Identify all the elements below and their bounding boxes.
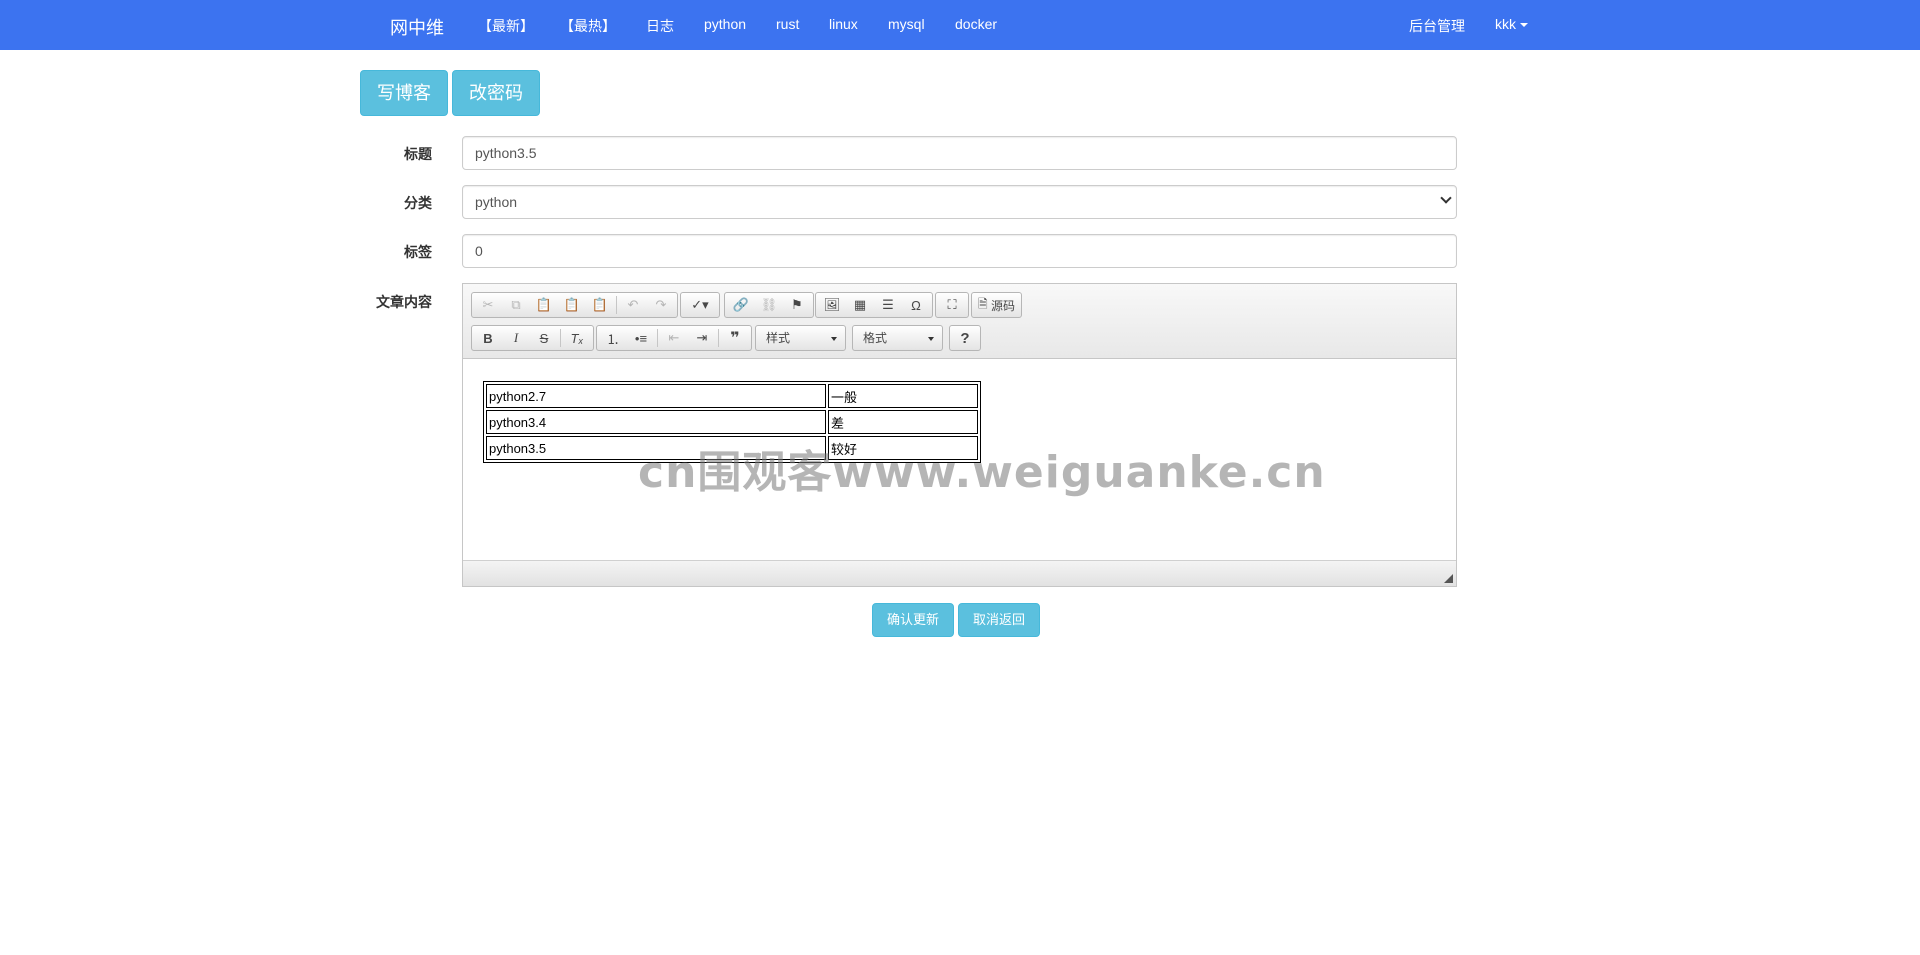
nav-item-rust[interactable]: rust bbox=[776, 16, 799, 32]
category-select[interactable]: python bbox=[462, 185, 1457, 219]
table-row: python2.7 一般 bbox=[486, 384, 978, 408]
clipboard-group: ✂ ⧉ 📋 📋 📋 ↶ ↷ bbox=[471, 292, 678, 318]
content-label: 文章内容 bbox=[376, 294, 432, 310]
table-icon[interactable]: ▦ bbox=[846, 293, 874, 317]
maximize-group: ⛶ bbox=[935, 292, 969, 318]
insert-group: 🖼 ▦ ☰ Ω bbox=[815, 292, 933, 318]
special-char-icon[interactable]: Ω bbox=[902, 293, 930, 317]
help-icon[interactable]: ? bbox=[952, 326, 978, 350]
editor-content[interactable]: python2.7 一般 python3.4 差 python3.5 较好 bbox=[463, 360, 1456, 560]
nav-item-python[interactable]: python bbox=[704, 16, 746, 32]
tags-input[interactable]: 0 bbox=[462, 234, 1457, 268]
nav-item-log[interactable]: 日志 bbox=[646, 16, 674, 36]
table-cell[interactable]: 一般 bbox=[828, 384, 978, 408]
nav-item-docker[interactable]: docker bbox=[955, 16, 997, 32]
help-group: ? bbox=[949, 325, 981, 351]
cut-icon[interactable]: ✂ bbox=[474, 293, 502, 317]
category-label: 分类 bbox=[404, 195, 432, 211]
caret-down-icon bbox=[1520, 23, 1528, 28]
chevron-down-icon bbox=[928, 337, 934, 341]
numbered-list-icon[interactable]: ⒈ bbox=[599, 326, 627, 350]
content-table[interactable]: python2.7 一般 python3.4 差 python3.5 较好 bbox=[483, 381, 981, 463]
redo-icon[interactable]: ↷ bbox=[647, 293, 675, 317]
table-cell[interactable]: 差 bbox=[828, 410, 978, 434]
brand-logo[interactable]: 网中维 bbox=[390, 14, 444, 40]
bold-icon[interactable]: B bbox=[474, 326, 502, 350]
chevron-down-icon bbox=[1440, 192, 1452, 204]
source-icon: 🗎 bbox=[978, 296, 991, 311]
source-label: 源码 bbox=[990, 298, 1015, 313]
spellcheck-icon[interactable]: ✓▾ bbox=[683, 293, 717, 317]
spellcheck-group: ✓▾ bbox=[680, 292, 720, 318]
cancel-return-button[interactable]: 取消返回 bbox=[958, 603, 1040, 637]
separator bbox=[718, 329, 719, 347]
editor-statusbar bbox=[463, 560, 1456, 586]
italic-icon[interactable]: I bbox=[502, 326, 530, 350]
maximize-icon[interactable]: ⛶ bbox=[938, 293, 966, 317]
undo-icon[interactable]: ↶ bbox=[619, 293, 647, 317]
table-row: python3.4 差 bbox=[486, 410, 978, 434]
separator bbox=[616, 296, 617, 314]
anchor-flag-icon[interactable]: ⚑ bbox=[783, 293, 811, 317]
paste-text-icon[interactable]: 📋 bbox=[558, 293, 586, 317]
nav-item-linux[interactable]: linux bbox=[829, 16, 858, 32]
indent-icon[interactable]: ⇥ bbox=[688, 326, 716, 350]
title-input[interactable]: python3.5 bbox=[462, 136, 1457, 170]
table-row: python3.5 较好 bbox=[486, 436, 978, 460]
table-cell[interactable]: 较好 bbox=[828, 436, 978, 460]
table-cell[interactable]: python3.5 bbox=[486, 436, 826, 460]
title-label: 标题 bbox=[404, 146, 432, 162]
table-cell[interactable]: python2.7 bbox=[486, 384, 826, 408]
user-name: kkk bbox=[1495, 16, 1516, 32]
separator bbox=[657, 329, 658, 347]
category-selected-value: python bbox=[475, 194, 518, 210]
strike-icon[interactable]: S bbox=[530, 326, 558, 350]
paste-icon[interactable]: 📋 bbox=[530, 293, 558, 317]
nav-item-admin[interactable]: 后台管理 bbox=[1409, 16, 1465, 36]
top-navbar: 网中维 【最新】 【最热】 日志 python rust linux mysql… bbox=[0, 0, 1920, 50]
copy-icon[interactable]: ⧉ bbox=[502, 293, 530, 317]
styles-dropdown[interactable]: 样式 bbox=[755, 325, 846, 351]
tags-label: 标签 bbox=[404, 244, 432, 260]
horizontal-rule-icon[interactable]: ☰ bbox=[874, 293, 902, 317]
unlink-icon[interactable]: ⛓ bbox=[755, 293, 783, 317]
blockquote-icon[interactable]: ❞ bbox=[721, 326, 749, 350]
nav-item-mysql[interactable]: mysql bbox=[888, 16, 925, 32]
format-dropdown[interactable]: 格式 bbox=[852, 325, 943, 351]
separator bbox=[560, 329, 561, 347]
remove-format-icon[interactable]: Tₓ bbox=[563, 326, 591, 350]
outdent-icon[interactable]: ⇤ bbox=[660, 326, 688, 350]
rich-text-editor: ✂ ⧉ 📋 📋 📋 ↶ ↷ ✓▾ 🔗 ⛓ ⚑ 🖼 ▦ ☰ Ω ⛶ 🗎 源码 B … bbox=[462, 283, 1457, 587]
editor-toolbar: ✂ ⧉ 📋 📋 📋 ↶ ↷ ✓▾ 🔗 ⛓ ⚑ 🖼 ▦ ☰ Ω ⛶ 🗎 源码 B … bbox=[463, 284, 1456, 359]
write-blog-button[interactable]: 写博客 bbox=[360, 70, 448, 116]
source-group: 🗎 源码 bbox=[971, 292, 1022, 318]
basicstyles-group: B I S Tₓ bbox=[471, 325, 594, 351]
paragraph-group: ⒈ •≡ ⇤ ⇥ ❞ bbox=[596, 325, 752, 351]
link-group: 🔗 ⛓ ⚑ bbox=[724, 292, 814, 318]
link-icon[interactable]: 🔗 bbox=[727, 293, 755, 317]
source-button[interactable]: 🗎 源码 bbox=[974, 293, 1019, 317]
image-icon[interactable]: 🖼 bbox=[818, 293, 846, 317]
confirm-update-button[interactable]: 确认更新 bbox=[872, 603, 954, 637]
paste-word-icon[interactable]: 📋 bbox=[586, 293, 614, 317]
table-cell[interactable]: python3.4 bbox=[486, 410, 826, 434]
resize-handle-icon[interactable] bbox=[1444, 574, 1453, 583]
chevron-down-icon bbox=[831, 337, 837, 341]
change-password-button[interactable]: 改密码 bbox=[452, 70, 540, 116]
nav-item-hottest[interactable]: 【最热】 bbox=[560, 16, 616, 36]
styles-label: 样式 bbox=[766, 331, 791, 345]
format-label: 格式 bbox=[863, 331, 888, 345]
user-menu[interactable]: kkk bbox=[1495, 16, 1528, 32]
bulleted-list-icon[interactable]: •≡ bbox=[627, 326, 655, 350]
nav-item-latest[interactable]: 【最新】 bbox=[478, 16, 534, 36]
